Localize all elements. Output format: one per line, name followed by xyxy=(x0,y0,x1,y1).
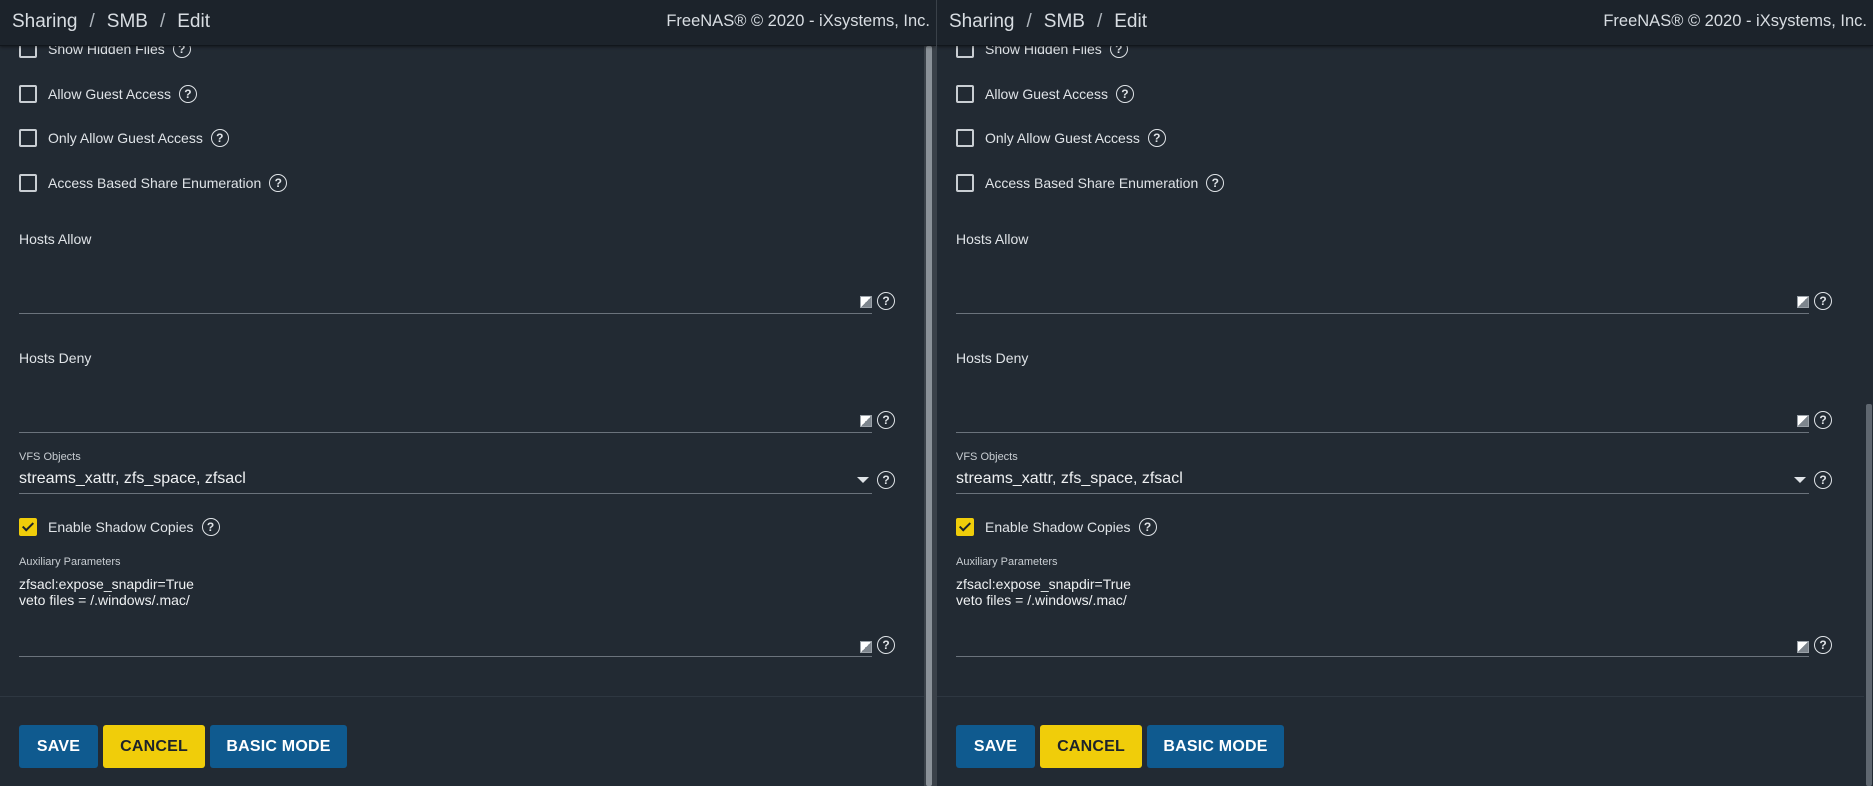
hosts-allow-label: Hosts Allow xyxy=(19,231,92,247)
cancel-button[interactable]: CANCEL xyxy=(103,725,205,768)
help-circle-icon[interactable]: ? xyxy=(1147,129,1166,147)
basic-mode-button[interactable]: BASIC MODE xyxy=(1147,725,1284,768)
copyright-text: FreeNAS® © 2020 - iXsystems, Inc. xyxy=(1603,12,1867,30)
breadcrumb: Sharing / SMB / Edit xyxy=(12,11,210,32)
access-based-share-enumeration-label: Access Based Share Enumeration xyxy=(48,175,262,191)
access-based-share-enumeration-checkbox[interactable] xyxy=(956,174,974,192)
breadcrumb-smb[interactable]: SMB xyxy=(107,11,148,32)
vfs-objects-underline xyxy=(19,493,872,494)
vfs-objects-select[interactable]: streams_xattr, zfs_space, zfsacl xyxy=(19,470,246,488)
allow-guest-access-checkbox-row[interactable]: Allow Guest Access ? xyxy=(956,84,1134,104)
breadcrumb-sharing[interactable]: Sharing xyxy=(12,11,78,32)
help-circle-icon[interactable]: ? xyxy=(1138,518,1157,536)
allow-guest-access-checkbox-row[interactable]: Allow Guest Access ? xyxy=(19,84,197,104)
only-allow-guest-access-checkbox-row[interactable]: Only Allow Guest Access ? xyxy=(956,128,1166,148)
help-circle-icon[interactable]: ? xyxy=(178,85,197,103)
copyright-text: FreeNAS® © 2020 - iXsystems, Inc. xyxy=(666,12,930,30)
auxiliary-parameters-label: Auxiliary Parameters xyxy=(19,556,121,568)
hosts-deny-textarea[interactable] xyxy=(956,432,1809,433)
resize-handle-icon[interactable] xyxy=(860,296,872,308)
help-circle-icon[interactable]: ? xyxy=(877,411,895,429)
auxiliary-parameters-underline xyxy=(19,656,872,657)
smb-edit-pane-left: Show Hidden Files ? Allow Guest Access ?… xyxy=(0,0,936,786)
only-allow-guest-access-label: Only Allow Guest Access xyxy=(985,130,1140,146)
help-circle-icon[interactable]: ? xyxy=(1814,636,1832,654)
basic-mode-button[interactable]: BASIC MODE xyxy=(210,725,347,768)
auxiliary-parameters-underline xyxy=(956,656,1809,657)
page-header: Sharing / SMB / Edit FreeNAS® © 2020 - iXsys… xyxy=(0,0,936,46)
help-circle-icon[interactable]: ? xyxy=(269,174,288,192)
cancel-button[interactable]: CANCEL xyxy=(1040,725,1142,768)
help-circle-icon[interactable]: ? xyxy=(1206,174,1225,192)
vfs-objects-label: VFS Objects xyxy=(956,451,1018,463)
hosts-deny-label: Hosts Deny xyxy=(19,350,92,366)
vfs-objects-label: VFS Objects xyxy=(19,451,81,463)
scrollbar-thumb[interactable] xyxy=(1866,404,1872,786)
help-circle-icon[interactable]: ? xyxy=(1814,292,1832,310)
only-allow-guest-access-label: Only Allow Guest Access xyxy=(48,130,203,146)
enable-shadow-copies-checkbox[interactable] xyxy=(956,518,974,536)
enable-shadow-copies-checkbox-row[interactable]: Enable Shadow Copies ? xyxy=(956,517,1157,537)
resize-handle-icon[interactable] xyxy=(1797,415,1809,427)
form-actions-divider xyxy=(937,696,1864,697)
form-actions-divider xyxy=(0,696,927,697)
access-based-share-enumeration-checkbox-row[interactable]: Access Based Share Enumeration ? xyxy=(956,173,1225,193)
hosts-deny-textarea[interactable] xyxy=(19,432,872,433)
breadcrumb-sharing[interactable]: Sharing xyxy=(949,11,1015,32)
save-button[interactable]: SAVE xyxy=(19,725,98,768)
help-circle-icon[interactable]: ? xyxy=(877,636,895,654)
enable-shadow-copies-label: Enable Shadow Copies xyxy=(48,519,194,535)
breadcrumb-edit: Edit xyxy=(177,11,210,32)
chevron-down-icon[interactable] xyxy=(1794,477,1806,483)
auxiliary-parameters-textarea[interactable]: zfsacl:expose_snapdir=True veto files = … xyxy=(956,576,1131,608)
page-header: Sharing / SMB / Edit FreeNAS® © 2020 - iXsys… xyxy=(937,0,1873,46)
help-circle-icon[interactable]: ? xyxy=(201,518,220,536)
hosts-allow-label: Hosts Allow xyxy=(956,231,1029,247)
help-circle-icon[interactable]: ? xyxy=(1115,85,1134,103)
enable-shadow-copies-checkbox-row[interactable]: Enable Shadow Copies ? xyxy=(19,517,220,537)
allow-guest-access-label: Allow Guest Access xyxy=(48,86,171,102)
resize-handle-icon[interactable] xyxy=(860,415,872,427)
resize-handle-icon[interactable] xyxy=(860,641,872,653)
help-circle-icon[interactable]: ? xyxy=(1814,411,1832,429)
enable-shadow-copies-label: Enable Shadow Copies xyxy=(985,519,1131,535)
help-circle-icon[interactable]: ? xyxy=(877,471,895,489)
pane-scrollbar-thumb[interactable] xyxy=(926,46,932,786)
only-allow-guest-access-checkbox-row[interactable]: Only Allow Guest Access ? xyxy=(19,128,229,148)
allow-guest-access-label: Allow Guest Access xyxy=(985,86,1108,102)
access-based-share-enumeration-checkbox-row[interactable]: Access Based Share Enumeration ? xyxy=(19,173,288,193)
allow-guest-access-checkbox[interactable] xyxy=(956,85,974,103)
auxiliary-parameters-textarea[interactable]: zfsacl:expose_snapdir=True veto files = … xyxy=(19,576,194,608)
hosts-allow-textarea[interactable] xyxy=(19,313,872,314)
vfs-objects-underline xyxy=(956,493,1809,494)
breadcrumb-edit: Edit xyxy=(1114,11,1147,32)
help-circle-icon[interactable]: ? xyxy=(877,292,895,310)
smb-edit-pane-right: Show Hidden Files ? Allow Guest Access ?… xyxy=(937,0,1873,786)
access-based-share-enumeration-label: Access Based Share Enumeration xyxy=(985,175,1199,191)
help-circle-icon[interactable]: ? xyxy=(1814,471,1832,489)
resize-handle-icon[interactable] xyxy=(1797,296,1809,308)
allow-guest-access-checkbox[interactable] xyxy=(19,85,37,103)
only-allow-guest-access-checkbox[interactable] xyxy=(956,129,974,147)
chevron-down-icon[interactable] xyxy=(857,477,869,483)
access-based-share-enumeration-checkbox[interactable] xyxy=(19,174,37,192)
save-button[interactable]: SAVE xyxy=(956,725,1035,768)
help-circle-icon[interactable]: ? xyxy=(210,129,229,147)
hosts-deny-label: Hosts Deny xyxy=(956,350,1029,366)
auxiliary-parameters-label: Auxiliary Parameters xyxy=(956,556,1058,568)
vfs-objects-select[interactable]: streams_xattr, zfs_space, zfsacl xyxy=(956,470,1183,488)
breadcrumb-smb[interactable]: SMB xyxy=(1044,11,1085,32)
resize-handle-icon[interactable] xyxy=(1797,641,1809,653)
hosts-allow-textarea[interactable] xyxy=(956,313,1809,314)
enable-shadow-copies-checkbox[interactable] xyxy=(19,518,37,536)
only-allow-guest-access-checkbox[interactable] xyxy=(19,129,37,147)
breadcrumb: Sharing / SMB / Edit xyxy=(949,11,1147,32)
